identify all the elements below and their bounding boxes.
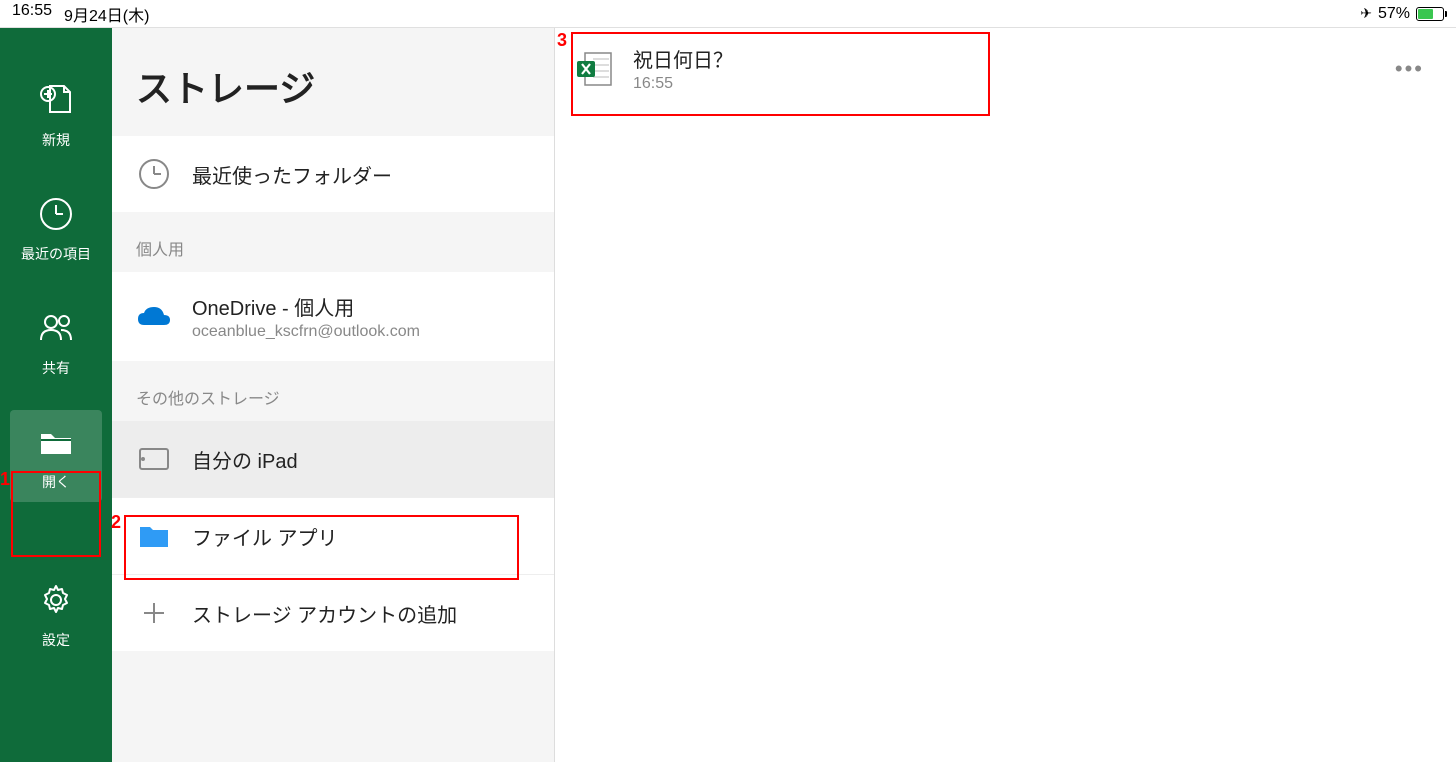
gear-icon — [34, 578, 78, 622]
status-time: 16:55 — [12, 2, 52, 26]
row-title: 自分の iPad — [192, 445, 298, 474]
folder-icon — [34, 420, 78, 464]
airplane-mode-icon: ✈ — [1360, 5, 1372, 22]
row-subtitle: oceanblue_kscfrn@outlook.com — [192, 323, 420, 341]
storage-row-files-app[interactable]: ファイル アプリ — [112, 497, 554, 574]
storage-row-my-ipad[interactable]: 自分の iPad — [112, 421, 554, 497]
onedrive-icon — [136, 299, 172, 335]
storage-row-recent-folders[interactable]: 最近使ったフォルダー — [112, 136, 554, 212]
sidebar-item-share[interactable]: 共有 — [10, 296, 102, 388]
clock-icon — [136, 156, 172, 192]
battery-percent: 57% — [1378, 5, 1410, 23]
battery-icon — [1416, 7, 1444, 21]
file-row[interactable]: 祝日何日？ 16:55 ••• — [555, 28, 1456, 109]
plus-icon — [136, 595, 172, 631]
file-time: 16:55 — [633, 75, 1369, 93]
new-doc-icon — [34, 78, 78, 122]
sidebar-item-new[interactable]: 新規 — [10, 68, 102, 160]
sidebar-item-recent[interactable]: 最近の項目 — [10, 182, 102, 274]
folder-blue-icon — [136, 518, 172, 554]
file-name: 祝日何日？ — [633, 44, 1369, 73]
excel-file-icon — [575, 49, 615, 89]
row-title: OneDrive - 個人用 — [192, 292, 420, 321]
section-label-other: その他のストレージ — [112, 361, 554, 421]
storage-row-onedrive[interactable]: OneDrive - 個人用 oceanblue_kscfrn@outlook.… — [112, 272, 554, 361]
people-icon — [34, 306, 78, 350]
status-date: 9月24日(木) — [64, 2, 149, 26]
row-title: 最近使ったフォルダー — [192, 160, 392, 189]
app-sidebar: 新規 最近の項目 共有 — [0, 28, 112, 762]
row-title: ファイル アプリ — [192, 522, 338, 551]
sidebar-item-open[interactable]: 開く — [10, 410, 102, 502]
sidebar-item-label: 最近の項目 — [21, 244, 91, 264]
sidebar-item-label: 新規 — [42, 130, 70, 150]
sidebar-item-settings[interactable]: 設定 — [10, 568, 102, 660]
file-more-button[interactable]: ••• — [1387, 52, 1432, 86]
row-title: ストレージ アカウントの追加 — [192, 599, 457, 628]
sidebar-item-label: 設定 — [42, 630, 70, 650]
status-bar: 16:55 9月24日(木) ✈ 57% — [0, 0, 1456, 28]
tablet-icon — [136, 441, 172, 477]
file-list-panel: 祝日何日？ 16:55 ••• — [555, 28, 1456, 762]
sidebar-item-label: 共有 — [42, 358, 70, 378]
sidebar-item-label: 開く — [42, 472, 70, 492]
section-label-personal: 個人用 — [112, 212, 554, 272]
storage-panel: ストレージ 最近使ったフォルダー 個人用 OneDrive - 個 — [112, 28, 555, 762]
storage-row-add-account[interactable]: ストレージ アカウントの追加 — [112, 574, 554, 651]
clock-icon — [34, 192, 78, 236]
storage-title: ストレージ — [112, 28, 554, 136]
